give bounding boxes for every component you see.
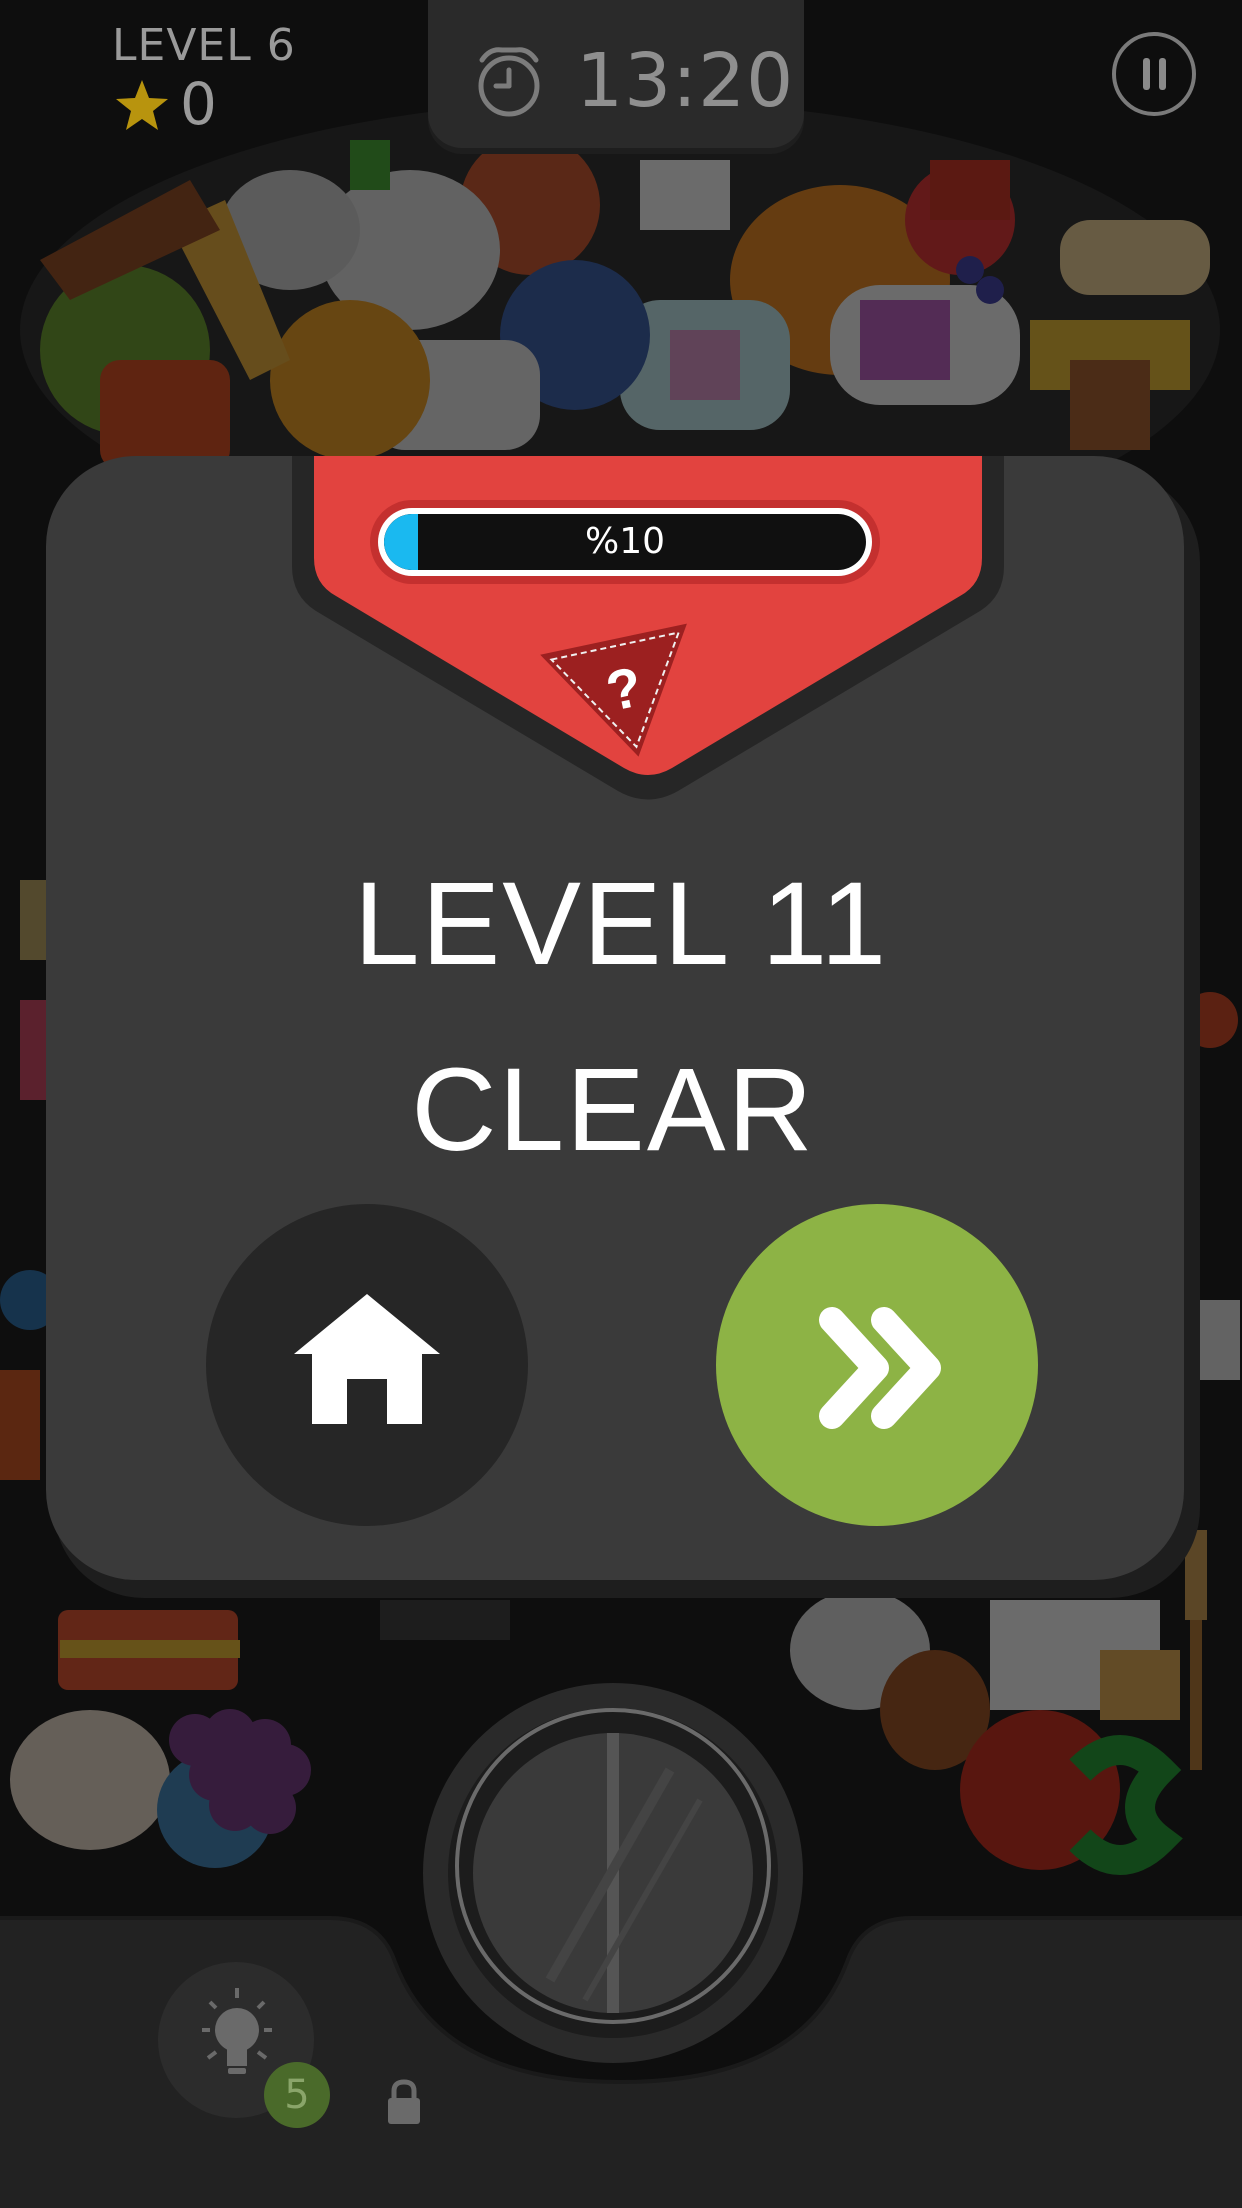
lightbulb-icon [202, 1988, 272, 2074]
question-badge-icon: ? [540, 623, 687, 757]
next-level-button[interactable] [716, 1204, 1038, 1526]
fast-forward-icon [819, 1307, 941, 1429]
timer-panel: 13:20 [428, 0, 804, 148]
collect-tray-button[interactable] [420, 1680, 806, 2066]
progress-percent: %10 [584, 521, 665, 562]
star-icon [116, 80, 168, 130]
star-count: 0 [180, 70, 217, 138]
hint-count-badge: 5 [264, 2062, 330, 2128]
current-level-label: LEVEL 6 [112, 20, 296, 71]
home-button[interactable] [206, 1204, 528, 1526]
clear-label: CLEAR [411, 1044, 815, 1176]
lock-icon [388, 2079, 420, 2124]
cleared-level-title: LEVEL 11 [353, 858, 889, 990]
clock-icon [478, 47, 540, 117]
pause-button[interactable] [1112, 32, 1196, 116]
reward-progress-bar: %10 [370, 500, 880, 584]
home-icon [294, 1294, 440, 1424]
timer-readout: 13:20 [576, 38, 795, 124]
